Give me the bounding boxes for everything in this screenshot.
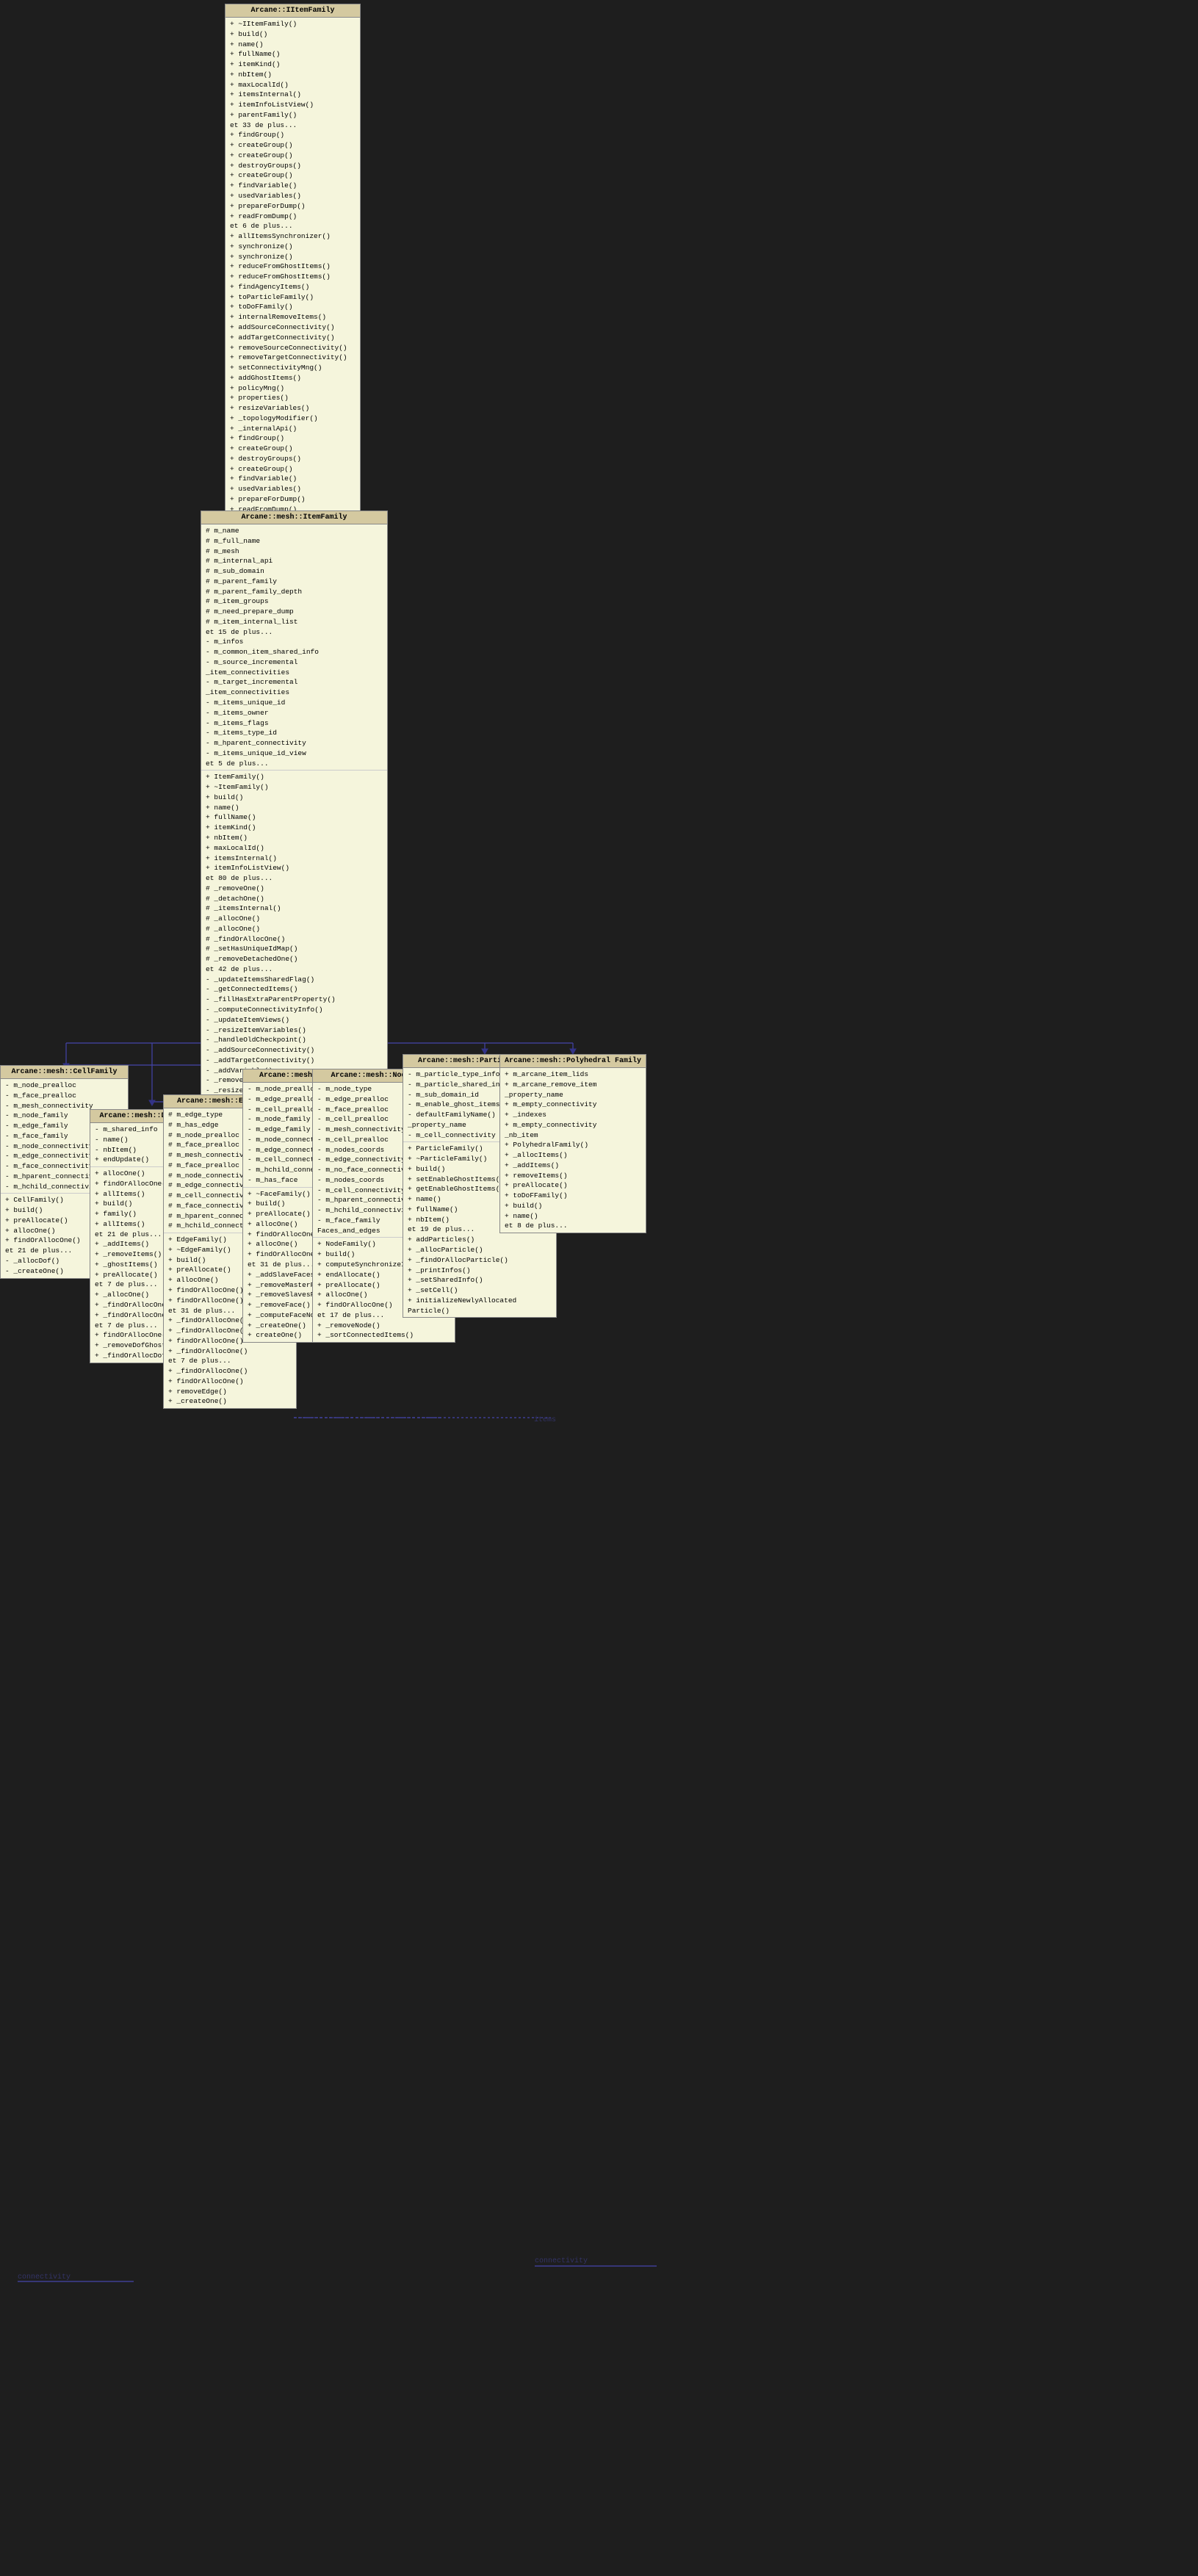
item-family-impl-box: Arcane::mesh::ItemFamily # m_name # m_fu… (201, 510, 388, 1118)
polyhedral-family-box: Arcane::mesh::Polyhedral Family + m_arca… (499, 1054, 646, 1233)
polyhedral-family-content: + m_arcane_item_lids + m_arcane_remove_i… (500, 1068, 646, 1233)
items-label: items (534, 1416, 556, 1424)
item-family-impl-methods: + ItemFamily() + ~ItemFamily() + build()… (201, 771, 387, 1117)
item-family-impl-attrs: # m_name # m_full_name # m_mesh # m_inte… (201, 524, 387, 771)
item-family-impl-title: Arcane::mesh::ItemFamily (201, 511, 387, 524)
cell-family-title: Arcane::mesh::CellFamily (1, 1066, 128, 1079)
diagram-container: Arcane::IItemFamily + ~IItemFamily() + b… (0, 0, 1198, 2576)
polyhedral-family-title: Arcane::mesh::Polyhedral Family (500, 1055, 646, 1068)
connectivity-label-2: connectivity (18, 2273, 71, 2281)
connectivity-label-1: connectivity (535, 2257, 588, 2265)
item-family-title: Arcane::IItemFamily (225, 4, 360, 18)
